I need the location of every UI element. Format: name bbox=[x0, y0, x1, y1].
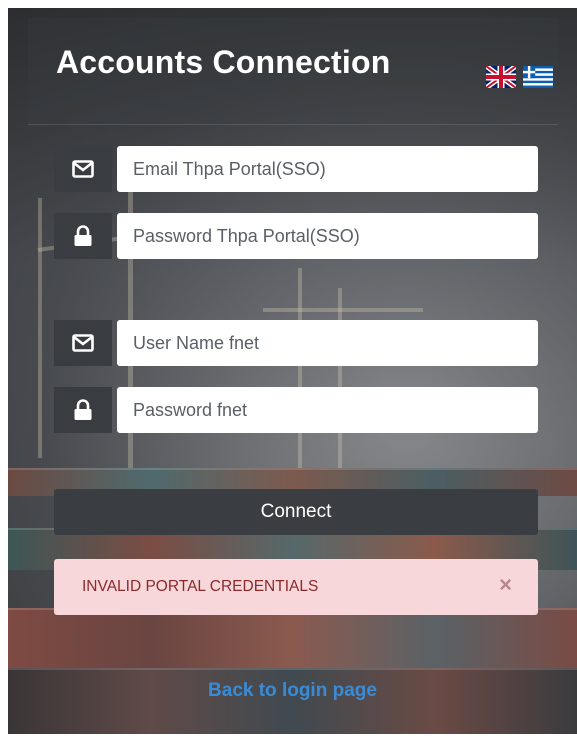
page-title: Accounts Connection bbox=[56, 44, 391, 80]
header: Accounts Connection bbox=[28, 18, 558, 125]
uk-flag-icon[interactable] bbox=[486, 66, 516, 88]
portal-email-row bbox=[54, 146, 538, 192]
portal-password-input[interactable] bbox=[117, 213, 538, 259]
envelope-icon bbox=[54, 146, 112, 192]
lock-icon bbox=[54, 387, 112, 433]
login-panel: Accounts Connection Email Thpa Portal(SS… bbox=[8, 8, 577, 734]
connect-button[interactable]: Connect bbox=[54, 489, 538, 535]
fnet-username-input[interactable] bbox=[117, 320, 538, 366]
close-icon[interactable]: × bbox=[499, 574, 512, 596]
fnet-password-row bbox=[54, 387, 538, 433]
error-alert: INVALID PORTAL CREDENTIALS × bbox=[54, 559, 538, 615]
envelope-icon bbox=[54, 320, 112, 366]
fnet-password-input[interactable] bbox=[117, 387, 538, 433]
lock-icon bbox=[54, 213, 112, 259]
back-to-login-link[interactable]: Back to login page bbox=[8, 680, 577, 702]
fnet-username-row bbox=[54, 320, 538, 366]
portal-email-input[interactable] bbox=[117, 146, 538, 192]
error-message: INVALID PORTAL CREDENTIALS bbox=[82, 578, 319, 595]
greece-flag-icon[interactable] bbox=[523, 66, 553, 88]
portal-password-row bbox=[54, 213, 538, 259]
